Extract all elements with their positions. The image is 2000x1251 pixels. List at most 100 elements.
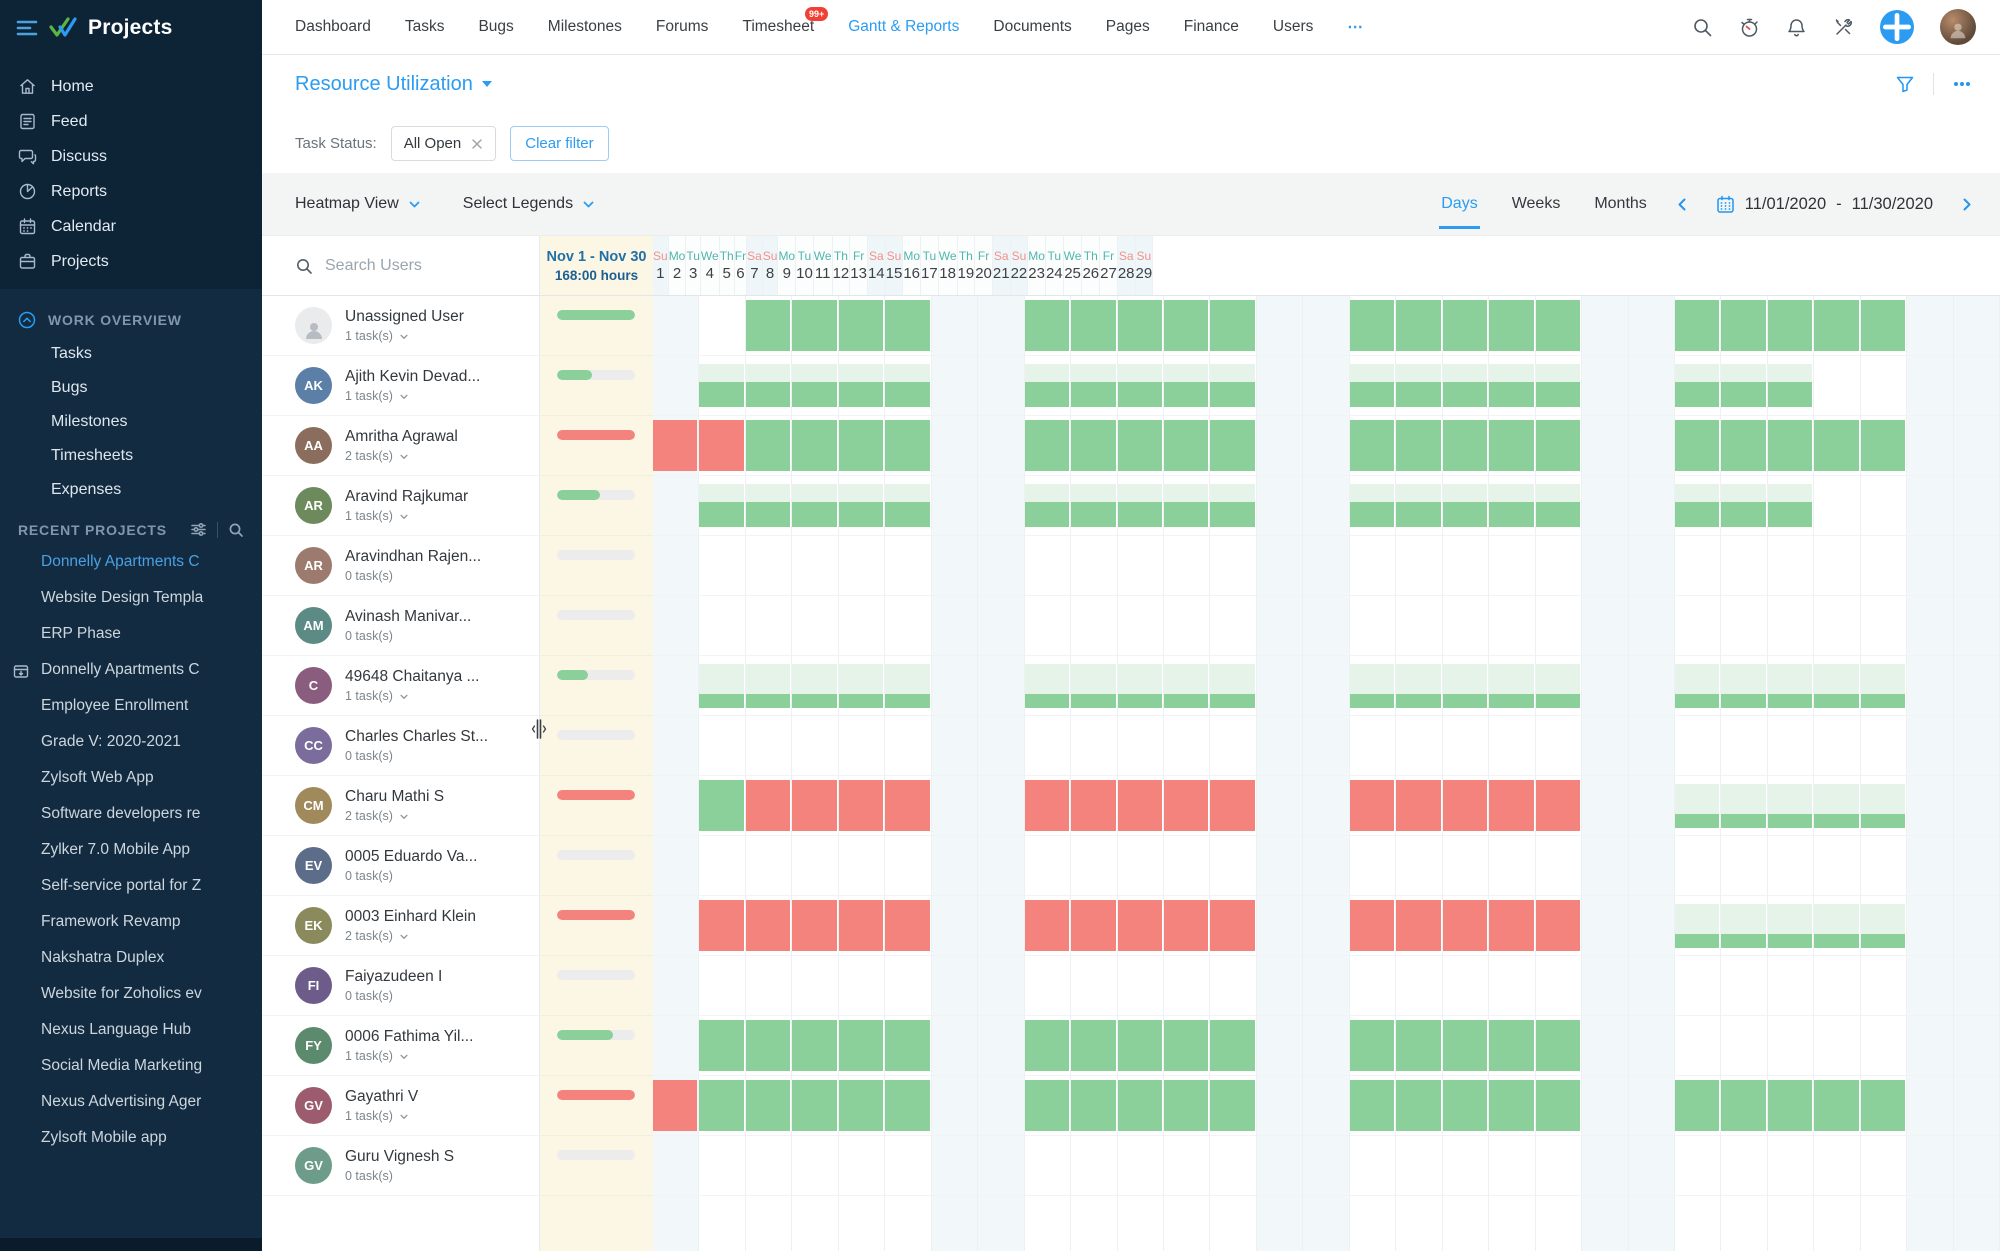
heatmap-cell — [1489, 296, 1536, 356]
user-avatar[interactable] — [1940, 9, 1976, 45]
work-overview-item-bugs[interactable]: Bugs — [0, 371, 262, 405]
recent-project-zylsoft-web-app[interactable]: Zylsoft Web App — [0, 760, 262, 796]
panel-resize-handle[interactable] — [528, 714, 550, 744]
close-icon[interactable] — [471, 137, 483, 149]
recent-project-website-for-zoholics-ev[interactable]: Website for Zoholics ev — [0, 976, 262, 1012]
topnav-more[interactable]: ⋯ — [1347, 18, 1364, 37]
chevron-right-icon[interactable] — [1959, 197, 1974, 212]
notifications-bell-icon[interactable] — [1786, 17, 1807, 38]
chevron-down-icon[interactable] — [399, 451, 409, 461]
utilization-bar — [557, 490, 635, 500]
search-icon[interactable] — [295, 257, 313, 275]
report-selector[interactable]: Resource Utilization — [295, 73, 1895, 96]
user-cell[interactable]: Unassigned User 1 task(s) — [262, 296, 540, 356]
chevron-down-icon[interactable] — [399, 331, 409, 341]
add-new-button[interactable] — [1880, 10, 1914, 44]
chevron-left-icon[interactable] — [1675, 197, 1690, 212]
topnav-forums[interactable]: Forums — [656, 18, 709, 36]
sidebar-item-feed[interactable]: Feed — [0, 104, 262, 139]
user-cell[interactable]: EK 0003 Einhard Klein 2 task(s) — [262, 896, 540, 956]
sidebar-item-projects[interactable]: Projects — [0, 244, 262, 279]
user-cell[interactable]: GV Guru Vignesh S 0 task(s) — [262, 1136, 540, 1196]
recent-project-framework-revamp[interactable]: Framework Revamp — [0, 904, 262, 940]
recent-project-donnelly-apartments-c[interactable]: Donnelly Apartments C — [0, 544, 262, 580]
topnav-timesheet[interactable]: Timesheet 99+ — [742, 7, 829, 36]
sidebar-item-calendar[interactable]: Calendar — [0, 209, 262, 244]
recent-project-grade-v-2020-2021[interactable]: Grade V: 2020-2021 — [0, 724, 262, 760]
more-options-icon[interactable] — [1952, 74, 1972, 94]
clear-filter-button[interactable]: Clear filter — [510, 125, 609, 161]
heatmap-cell — [1442, 896, 1490, 956]
work-overview-item-expenses[interactable]: Expenses — [0, 473, 262, 507]
search-icon[interactable] — [228, 522, 244, 538]
recent-project-employee-enrollment[interactable]: Employee Enrollment — [0, 688, 262, 724]
user-cell[interactable]: AM Avinash Manivar... 0 task(s) — [262, 596, 540, 656]
topnav-dashboard[interactable]: Dashboard — [295, 18, 371, 36]
sliders-icon[interactable] — [190, 521, 207, 538]
user-cell[interactable]: C 49648 Chaitanya ... 1 task(s) — [262, 656, 540, 716]
chevron-down-icon[interactable] — [399, 1111, 409, 1121]
heatmap-block — [1071, 1080, 1116, 1131]
recent-project-zylker-7-0-mobile-app[interactable]: Zylker 7.0 Mobile App — [0, 832, 262, 868]
recent-project-donnelly-apartments-c[interactable]: Donnelly Apartments C — [0, 652, 262, 688]
sidebar-item-home[interactable]: Home — [0, 69, 262, 104]
recent-project-nexus-advertising-ager[interactable]: Nexus Advertising Ager — [0, 1084, 262, 1120]
chevron-down-icon[interactable] — [399, 931, 409, 941]
topnav-pages[interactable]: Pages — [1106, 18, 1150, 36]
recent-project-software-developers-re[interactable]: Software developers re — [0, 796, 262, 832]
search-icon[interactable] — [1692, 17, 1713, 38]
filter-funnel-icon[interactable] — [1895, 74, 1915, 94]
heatmap-block — [1442, 364, 1488, 382]
day-header-th-12: Th 12 — [832, 236, 851, 295]
range-tab-weeks[interactable]: Weeks — [1510, 179, 1563, 229]
chevron-down-icon[interactable] — [399, 811, 409, 821]
sidebar-item-reports[interactable]: Reports — [0, 174, 262, 209]
recent-project-erp-phase[interactable]: ERP Phase — [0, 616, 262, 652]
user-cell[interactable]: CC Charles Charles St... 0 task(s) — [262, 716, 540, 776]
work-overview-item-milestones[interactable]: Milestones — [0, 405, 262, 439]
user-cell[interactable]: EV 0005 Eduardo Va... 0 task(s) — [262, 836, 540, 896]
work-overview-item-timesheets[interactable]: Timesheets — [0, 439, 262, 473]
topnav-documents[interactable]: Documents — [993, 18, 1071, 36]
topnav-gantt-reports[interactable]: Gantt & Reports — [848, 18, 959, 36]
user-cell[interactable]: AR Aravindhan Rajen... 0 task(s) — [262, 536, 540, 596]
sidebar-item-discuss[interactable]: Discuss — [0, 139, 262, 174]
chevron-circle-up-icon[interactable] — [18, 311, 36, 329]
chevron-down-icon[interactable] — [399, 391, 409, 401]
chevron-down-icon[interactable] — [399, 511, 409, 521]
hamburger-menu-icon[interactable] — [16, 19, 38, 37]
recent-project-zylsoft-mobile-app[interactable]: Zylsoft Mobile app — [0, 1120, 262, 1156]
day-number-label: 14 — [867, 265, 885, 282]
recent-project-self-service-portal-for-z[interactable]: Self-service portal for Z — [0, 868, 262, 904]
user-cell[interactable]: GV Gayathri V 1 task(s) — [262, 1076, 540, 1136]
recent-project-nakshatra-duplex[interactable]: Nakshatra Duplex — [0, 940, 262, 976]
user-cell[interactable]: AK Ajith Kevin Devad... 1 task(s) — [262, 356, 540, 416]
range-tab-days[interactable]: Days — [1439, 179, 1480, 229]
date-range-picker[interactable]: 11/01/2020 - 11/30/2020 — [1716, 195, 1933, 214]
chevron-down-icon[interactable] — [399, 691, 409, 701]
recent-project-website-design-templa[interactable]: Website Design Templa — [0, 580, 262, 616]
topnav-bugs[interactable]: Bugs — [478, 18, 513, 36]
view-mode-dropdown[interactable]: Heatmap View — [295, 195, 421, 213]
topnav-finance[interactable]: Finance — [1184, 18, 1239, 36]
heatmap-cell — [885, 476, 932, 536]
filter-chip-all-open[interactable]: All Open — [390, 125, 497, 161]
timer-icon[interactable] — [1739, 17, 1760, 38]
user-cell[interactable]: CM Charu Mathi S 2 task(s) — [262, 776, 540, 836]
work-overview-item-tasks[interactable]: Tasks — [0, 337, 262, 371]
user-cell[interactable]: AA Amritha Agrawal 2 task(s) — [262, 416, 540, 476]
topnav-users[interactable]: Users — [1273, 18, 1313, 36]
chevron-down-icon[interactable] — [399, 1051, 409, 1061]
recent-project-social-media-marketing[interactable]: Social Media Marketing — [0, 1048, 262, 1084]
work-overview-header[interactable]: WORK OVERVIEW — [0, 301, 262, 337]
user-cell[interactable]: AR Aravind Rajkumar 1 task(s) — [262, 476, 540, 536]
topnav-tasks[interactable]: Tasks — [405, 18, 445, 36]
search-users-input[interactable] — [325, 256, 495, 275]
user-cell[interactable]: FY 0006 Fathima Yil... 1 task(s) — [262, 1016, 540, 1076]
user-cell[interactable]: FI Faiyazudeen I 0 task(s) — [262, 956, 540, 1016]
recent-project-nexus-language-hub[interactable]: Nexus Language Hub — [0, 1012, 262, 1048]
select-legends-dropdown[interactable]: Select Legends — [463, 195, 595, 213]
range-tab-months[interactable]: Months — [1592, 179, 1648, 229]
setup-tools-icon[interactable] — [1833, 17, 1854, 38]
topnav-milestones[interactable]: Milestones — [548, 18, 622, 36]
